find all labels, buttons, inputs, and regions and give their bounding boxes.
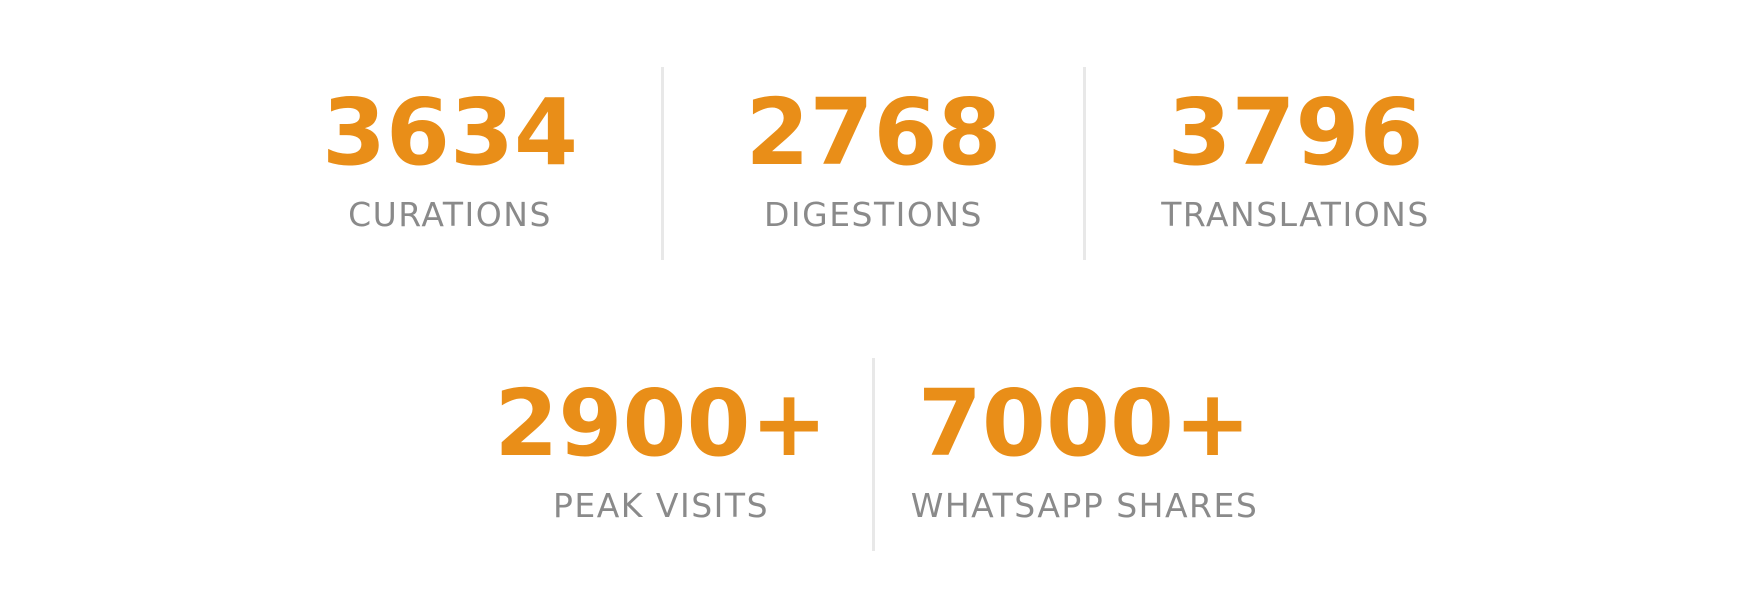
stat-label: DIGESTIONS	[763, 195, 983, 234]
stat-peak-visits: 2900+ PEAK VISITS	[450, 358, 872, 551]
stat-label: TRANSLATIONS	[1161, 195, 1430, 234]
stat-label: WHATSAPP SHARES	[910, 486, 1259, 525]
stat-value: 2900+	[494, 370, 828, 477]
stat-curations: 3634 CURATIONS	[239, 67, 661, 260]
stats-row-bottom: 2900+ PEAK VISITS 7000+ WHATSAPP SHARES	[0, 358, 1744, 551]
stat-value: 3796	[1167, 79, 1424, 186]
stat-digestions: 2768 DIGESTIONS	[661, 67, 1083, 260]
stat-translations: 3796 TRANSLATIONS	[1083, 67, 1505, 260]
stat-label: PEAK VISITS	[552, 486, 770, 525]
stat-value: 3634	[321, 79, 579, 186]
stat-whatsapp-shares: 7000+ WHATSAPP SHARES	[872, 358, 1294, 551]
stat-value: 7000+	[917, 370, 1252, 477]
stat-value: 2768	[745, 79, 1002, 186]
stat-label: CURATIONS	[348, 195, 552, 234]
stats-row-top: 3634 CURATIONS 2768 DIGESTIONS 3796 TRAN…	[0, 67, 1744, 260]
